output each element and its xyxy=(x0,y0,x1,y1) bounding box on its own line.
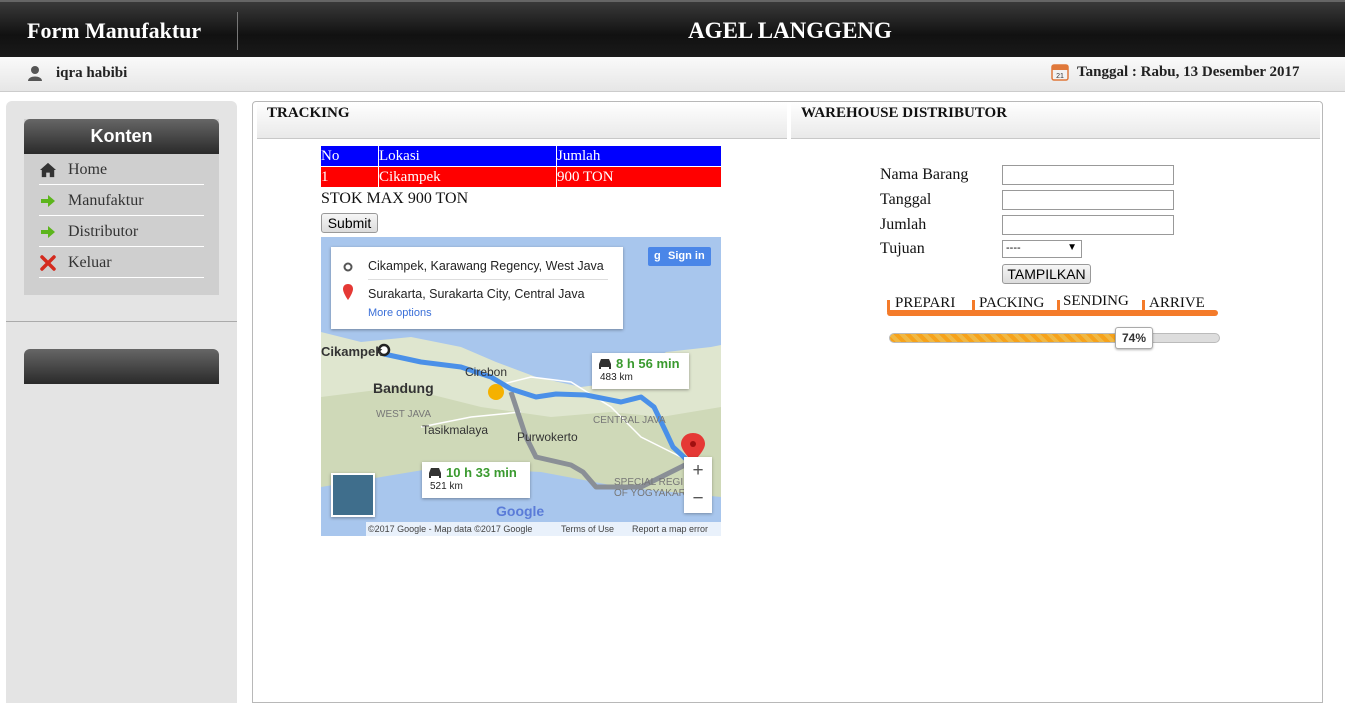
route-2-distance: 521 km xyxy=(430,481,463,492)
progress-fill xyxy=(890,334,1134,342)
sign-in-button[interactable]: g Sign in xyxy=(648,247,711,266)
map-label-central-java: CENTRAL JAVA xyxy=(593,415,666,426)
route-2-box[interactable]: 10 h 33 min 521 km xyxy=(422,462,530,498)
tanggal-input[interactable] xyxy=(1002,190,1174,210)
step-arrive: ARRIVE xyxy=(1149,295,1205,311)
sidebar-item-home[interactable]: Home xyxy=(39,154,204,185)
directions-card[interactable]: Cikampek, Karawang Regency, West Java Su… xyxy=(331,247,623,329)
cell-jumlah: 900 TON xyxy=(556,166,722,188)
progress-bar xyxy=(889,333,1220,343)
terms-link[interactable]: Terms of Use xyxy=(561,522,614,536)
step-tick xyxy=(1142,300,1145,312)
user-bar: iqra habibi 21 Tanggal : Rabu, 13 Desemb… xyxy=(0,57,1345,92)
submit-button[interactable]: Submit xyxy=(321,213,378,233)
user-icon xyxy=(28,66,42,81)
destination-pin-icon xyxy=(343,284,353,300)
progress-percent: 74% xyxy=(1115,327,1153,349)
route-1-distance: 483 km xyxy=(600,372,633,383)
satellite-toggle[interactable] xyxy=(331,473,375,517)
route-origin[interactable]: Cikampek, Karawang Regency, West Java xyxy=(368,259,604,273)
tanggal-label: Tanggal xyxy=(880,191,932,208)
user-name: iqra habibi xyxy=(56,65,128,81)
sidebar-panel-header xyxy=(24,349,219,384)
map-label-cirebon: Cirebon xyxy=(465,365,508,379)
tujuan-selected: ---- xyxy=(1006,242,1021,254)
tracking-table: No Lokasi Jumlah 1 Cikampek 900 TON xyxy=(320,145,722,188)
map-copyright: ©2017 Google - Map data ©2017 Google xyxy=(368,524,533,534)
map-label-bandung: Bandung xyxy=(373,380,434,396)
map-label-special-region: SPECIAL REGI xyxy=(614,477,684,488)
calendar-icon: 21 xyxy=(1051,64,1069,81)
car-icon xyxy=(429,468,441,478)
zoom-out-button[interactable]: − xyxy=(684,485,712,513)
map-label-cikampek: Cikampek xyxy=(321,344,383,359)
route-1-time: 8 h 56 min xyxy=(616,356,680,371)
sidebar-divider xyxy=(6,321,237,322)
step-packing: PACKING xyxy=(979,295,1045,311)
nama-barang-label: Nama Barang xyxy=(880,166,969,183)
jumlah-label: Jumlah xyxy=(880,216,927,233)
origin-circle-icon xyxy=(343,262,353,272)
tujuan-select[interactable]: ---- ▼ xyxy=(1002,240,1082,258)
app-header: Form Manufaktur AGEL LANGGENG xyxy=(0,0,1345,57)
step-sending: SENDING xyxy=(1063,293,1129,309)
table-row: 1 Cikampek 900 TON xyxy=(320,166,722,188)
sidebar-item-distributor[interactable]: Distributor xyxy=(39,216,204,247)
more-options-link[interactable]: More options xyxy=(368,307,432,319)
chevron-down-icon: ▼ xyxy=(1067,242,1077,253)
nama-barang-input[interactable] xyxy=(1002,165,1174,185)
zoom-in-button[interactable]: + xyxy=(684,457,712,485)
cell-no: 1 xyxy=(320,166,379,188)
menu-title: Konten xyxy=(24,119,219,154)
jumlah-input[interactable] xyxy=(1002,215,1174,235)
card-divider xyxy=(368,279,608,280)
sidebar-item-label: Keluar xyxy=(68,254,112,271)
report-error-link[interactable]: Report a map error xyxy=(632,522,708,536)
home-icon xyxy=(40,162,56,178)
step-tick xyxy=(1057,300,1060,312)
table-header-row: No Lokasi Jumlah xyxy=(320,145,722,167)
route-2-time: 10 h 33 min xyxy=(446,465,517,480)
map-footer: ©2017 Google - Map data ©2017 Google Ter… xyxy=(366,522,721,536)
column-header: Lokasi xyxy=(378,145,557,167)
tracking-header: TRACKING xyxy=(257,102,787,139)
date-display: Tanggal : Rabu, 13 Desember 2017 xyxy=(1077,64,1300,80)
step-prepari: PREPARI xyxy=(895,295,956,311)
sidebar-item-label: Distributor xyxy=(68,223,139,240)
sidebar-item-label: Manufaktur xyxy=(68,192,144,209)
route-1-box[interactable]: 8 h 56 min 483 km xyxy=(592,353,689,389)
cell-lokasi: Cikampek xyxy=(378,166,557,188)
route-destination[interactable]: Surakarta, Surakarta City, Central Java xyxy=(368,287,585,301)
sidebar-item-manufaktur[interactable]: Manufaktur xyxy=(39,185,204,216)
sidebar: Konten Home Manufaktur Distributor Kelua… xyxy=(6,101,237,703)
column-header: No xyxy=(320,145,379,167)
company-name: AGEL LANGGENG xyxy=(688,18,892,43)
close-icon xyxy=(40,255,56,271)
menu-panel: Konten Home Manufaktur Distributor Kelua… xyxy=(24,119,219,295)
car-icon xyxy=(599,359,611,369)
map-label-purwokerto: Purwokerto xyxy=(517,430,578,444)
map-label-tasikmalaya: Tasikmalaya xyxy=(422,423,489,437)
sidebar-item-label: Home xyxy=(68,161,108,178)
step-tick xyxy=(887,300,890,312)
tampilkan-button[interactable]: TAMPILKAN xyxy=(1002,264,1091,284)
warehouse-header: WAREHOUSE DISTRIBUTOR xyxy=(791,102,1320,139)
zoom-control: + − xyxy=(684,457,712,513)
sign-in-label: Sign in xyxy=(668,250,705,262)
tujuan-label: Tujuan xyxy=(880,240,925,257)
google-logo: Google xyxy=(496,503,545,519)
step-tick xyxy=(972,300,975,312)
map-label-yogyakarta: OF YOGYAKAR xyxy=(614,488,686,499)
arrow-right-icon xyxy=(41,226,55,238)
map-label-west-java: WEST JAVA xyxy=(376,409,432,420)
arrow-right-icon xyxy=(41,195,55,207)
stok-text: STOK MAX 900 TON xyxy=(321,190,469,207)
google-plus-icon: g xyxy=(654,250,661,262)
column-header: Jumlah xyxy=(556,145,722,167)
tracking-title: TRACKING xyxy=(267,105,350,121)
svg-text:21: 21 xyxy=(1056,73,1064,80)
sidebar-item-keluar[interactable]: Keluar xyxy=(39,247,204,278)
warehouse-title: WAREHOUSE DISTRIBUTOR xyxy=(801,105,1008,121)
route-map[interactable]: Cikampek, Karawang Regency, West Java Su… xyxy=(321,237,721,536)
